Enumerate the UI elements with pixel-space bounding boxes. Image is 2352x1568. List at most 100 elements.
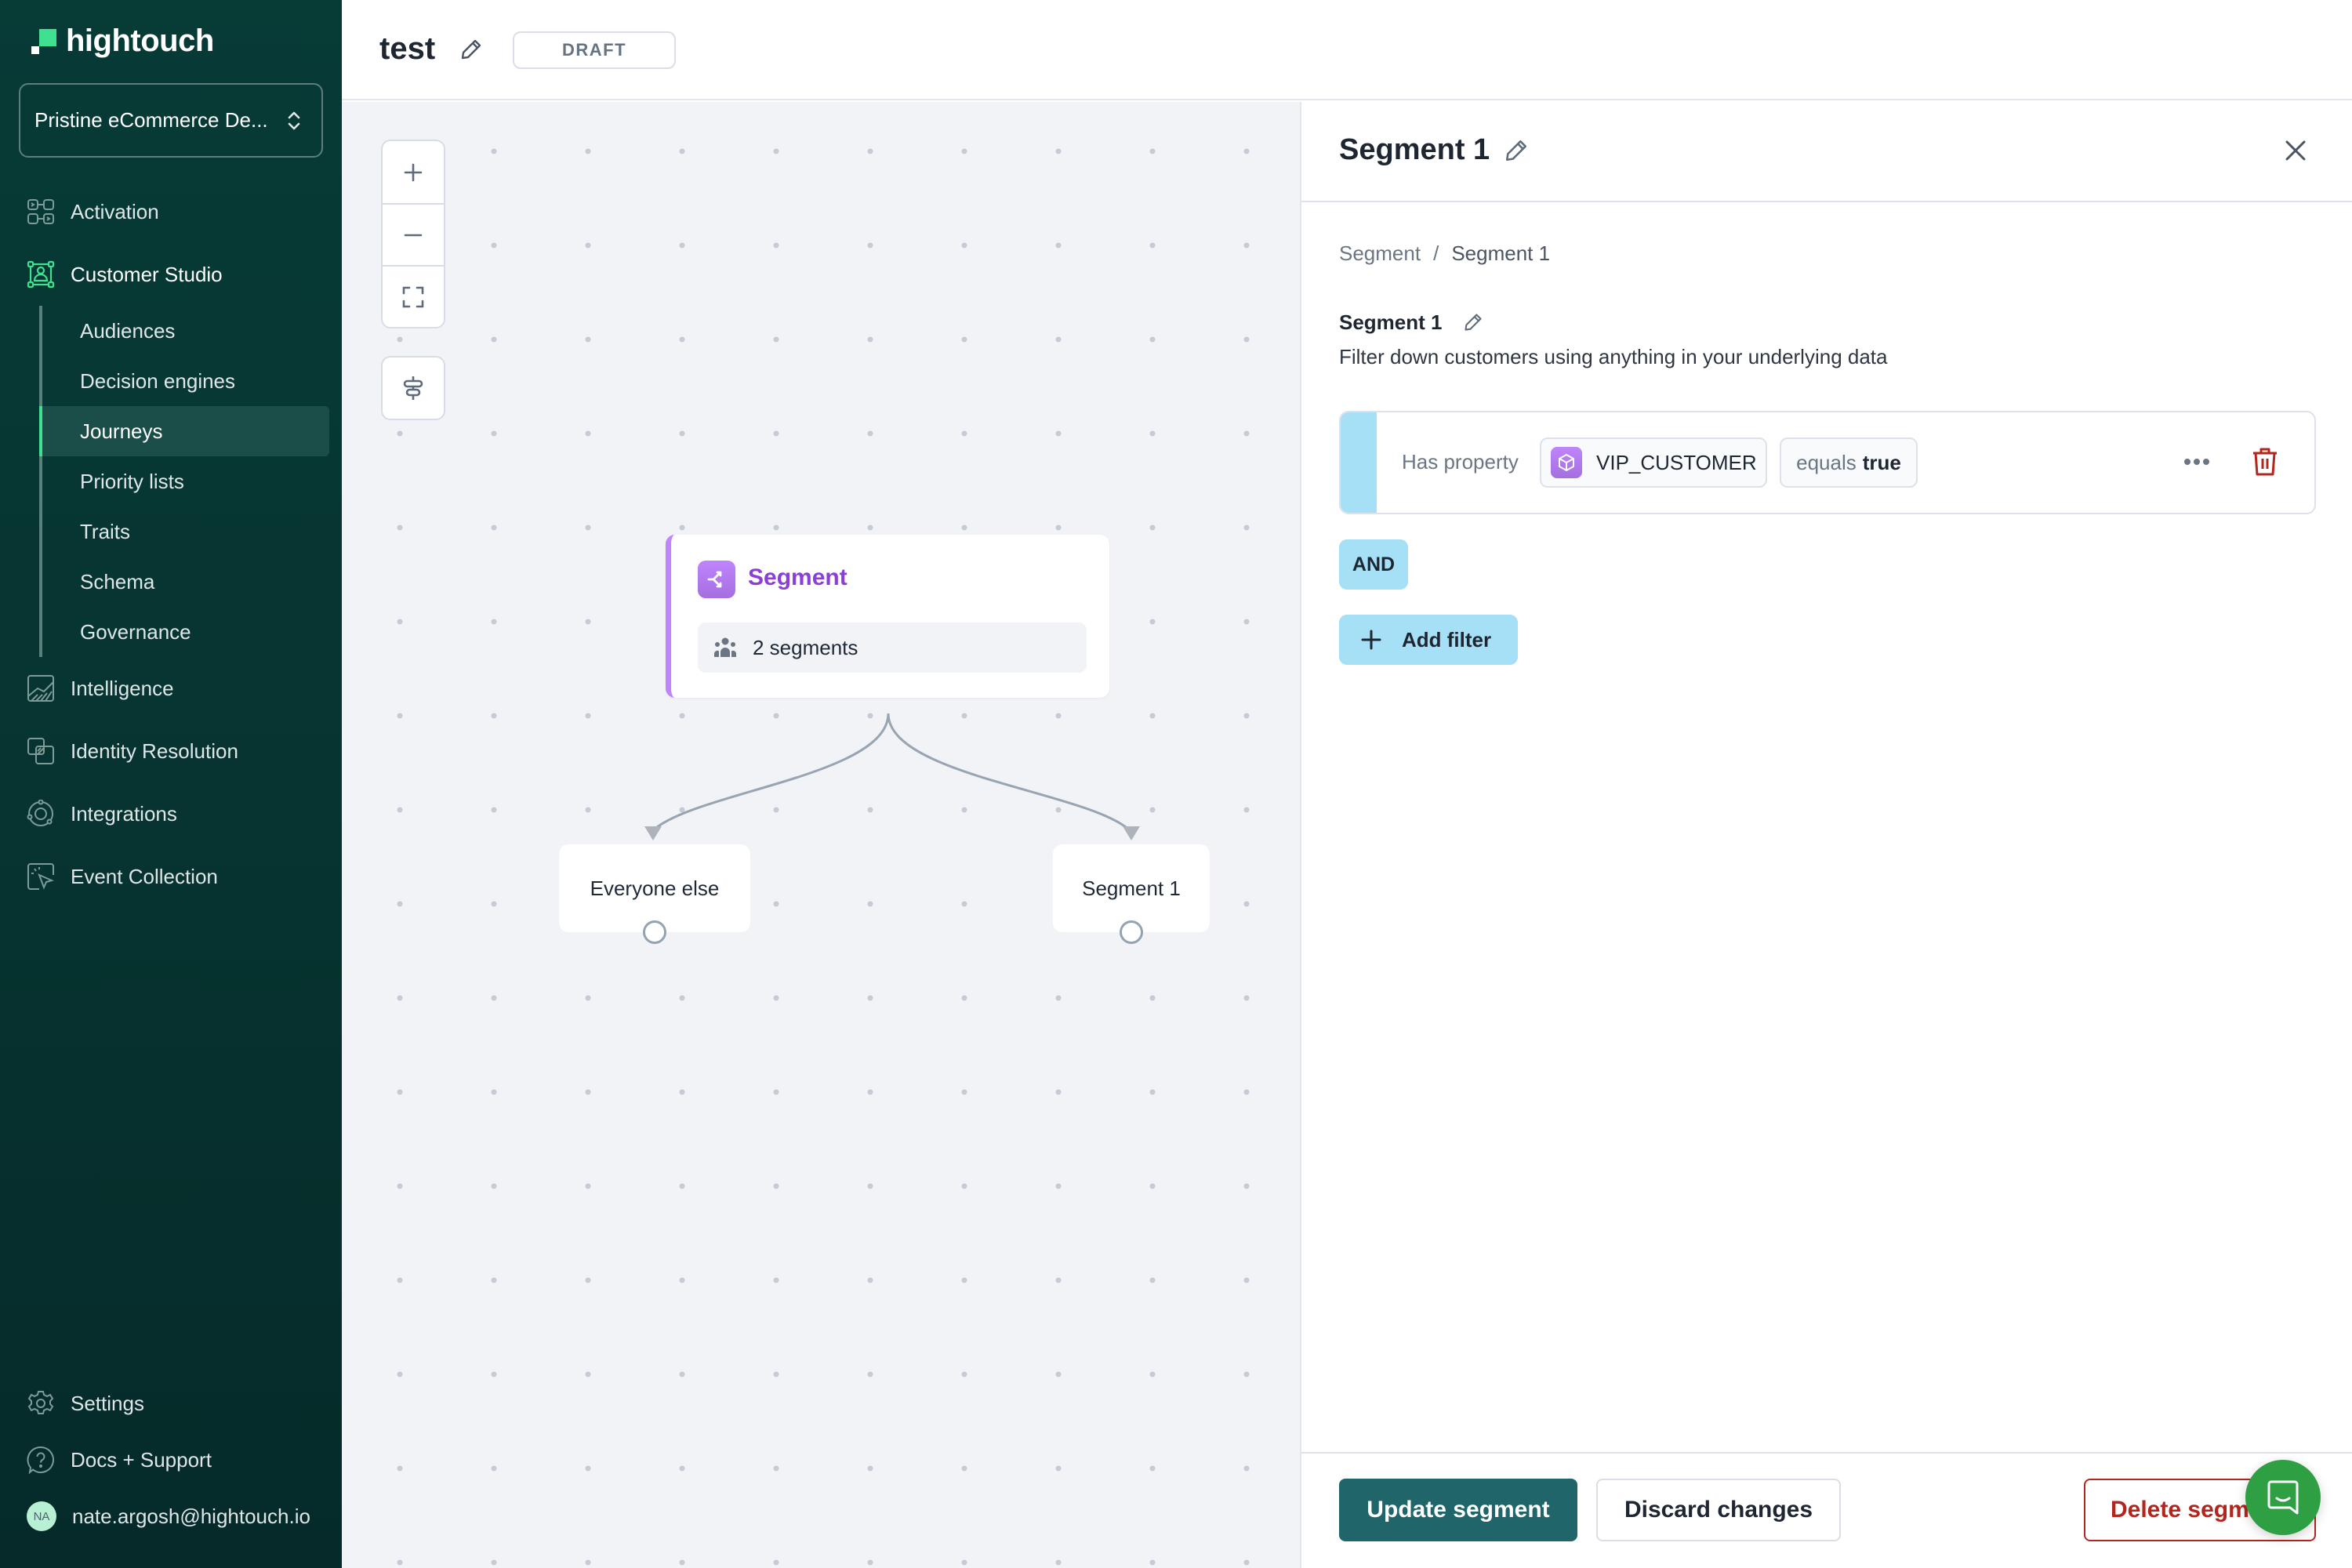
node-title: Segment [748, 564, 848, 590]
more-options-icon[interactable] [2181, 450, 2212, 474]
connection-port[interactable] [643, 920, 666, 944]
main-nav: Activation Customer Studio Audiences Dec… [0, 180, 342, 908]
add-filter-button[interactable]: Add filter [1339, 615, 1518, 665]
integrations-icon [27, 800, 53, 826]
workspace-selector[interactable]: Pristine eCommerce De... [19, 83, 323, 158]
sidebar-item-schema[interactable]: Schema [39, 557, 329, 607]
arrowhead-icon [1123, 826, 1140, 840]
segment-count: 2 segments [698, 622, 1087, 673]
pencil-icon[interactable] [1504, 138, 1529, 163]
and-conjunction-button[interactable]: AND [1339, 539, 1408, 590]
split-icon [698, 561, 735, 598]
nav-label: Intelligence [71, 676, 174, 700]
page-title: test [379, 31, 436, 66]
panel-header: Segment 1 [1301, 102, 2352, 202]
nav-item-settings[interactable]: Settings [0, 1375, 342, 1432]
gear-icon [27, 1391, 54, 1414]
close-icon[interactable] [2280, 135, 2311, 166]
branch-label: Everyone else [590, 876, 720, 900]
cube-icon [1551, 447, 1582, 478]
zoom-controls [381, 140, 445, 328]
plus-icon [1361, 630, 1381, 650]
breadcrumb-current: Segment 1 [1451, 241, 1551, 265]
branch-node-segment-1[interactable]: Segment 1 [1053, 844, 1210, 944]
sidebar-item-audiences[interactable]: Audiences [39, 306, 329, 356]
nav-item-integrations[interactable]: Integrations [0, 782, 342, 845]
pencil-icon[interactable] [1463, 312, 1483, 332]
segment-count-label: 2 segments [753, 635, 858, 659]
customer-studio-subnav: Audiences Decision engines Journeys Prio… [39, 306, 342, 657]
align-center-icon [403, 376, 423, 400]
fullscreen-icon [402, 286, 424, 307]
status-badge: DRAFT [513, 31, 676, 69]
panel-title: Segment 1 [1339, 133, 1490, 166]
nav-item-event-collection[interactable]: Event Collection [0, 845, 342, 908]
chat-icon [2267, 1480, 2299, 1515]
property-name: VIP_CUSTOMER [1596, 450, 1757, 474]
segment-node[interactable]: Segment 2 segments [666, 535, 1109, 698]
brand-name: hightouch [66, 24, 214, 58]
sidebar: hightouch Pristine eCommerce De... Activ… [0, 0, 342, 1568]
event-collection-icon [27, 863, 54, 890]
sidebar-footer: Settings Docs + Support NA nate.argosh@h… [0, 1375, 342, 1544]
intelligence-icon [27, 675, 54, 702]
pencil-icon[interactable] [459, 38, 483, 61]
hightouch-logo-icon [31, 28, 56, 54]
users-icon [713, 637, 737, 657]
nav-label: Activation [71, 199, 159, 223]
journey-canvas[interactable]: Segment 2 segments Everyone else Segment… [342, 102, 1300, 1568]
zoom-out-button[interactable] [383, 203, 444, 265]
segment-description: Filter down customers using anything in … [1339, 345, 1888, 368]
sidebar-item-journeys[interactable]: Journeys [39, 406, 329, 456]
filter-accent-bar [1341, 412, 1377, 513]
nav-item-customer-studio[interactable]: Customer Studio [0, 243, 342, 306]
operator-value: true [1862, 450, 1901, 474]
branch-label: Segment 1 [1082, 876, 1181, 900]
property-selector[interactable]: VIP_CUSTOMER [1540, 437, 1767, 488]
avatar: NA [27, 1501, 56, 1531]
sidebar-item-decision-engines[interactable]: Decision engines [39, 356, 329, 406]
update-segment-button[interactable]: Update segment [1339, 1479, 1577, 1541]
zoom-in-button[interactable] [383, 141, 444, 203]
discard-changes-button[interactable]: Discard changes [1596, 1479, 1841, 1541]
connection-port[interactable] [1120, 920, 1143, 944]
user-menu[interactable]: NA nate.argosh@hightouch.io [0, 1488, 342, 1544]
operator-label: equals [1796, 450, 1857, 474]
minus-icon [404, 234, 423, 236]
breadcrumb-separator: / [1433, 241, 1439, 265]
nav-item-docs-support[interactable]: Docs + Support [0, 1432, 342, 1488]
chevron-up-down-icon [288, 111, 300, 129]
filter-condition: Has property VIP_CUSTOMER equals true [1339, 411, 2316, 514]
segment-name: Segment 1 [1339, 310, 1443, 334]
logo[interactable]: hightouch [31, 24, 214, 59]
page-header: test DRAFT [342, 0, 2352, 100]
nav-item-intelligence[interactable]: Intelligence [0, 657, 342, 720]
chat-support-button[interactable] [2245, 1460, 2321, 1535]
activation-icon [27, 199, 54, 224]
branch-node-everyone-else[interactable]: Everyone else [559, 844, 750, 944]
edge-everyone-else [650, 713, 890, 834]
plus-icon [404, 163, 423, 181]
customer-studio-icon [27, 260, 55, 289]
filter-prefix: Has property [1402, 450, 1519, 474]
nav-item-activation[interactable]: Activation [0, 180, 342, 243]
nav-label: Event Collection [71, 864, 218, 888]
nav-label: Customer Studio [71, 262, 223, 286]
trash-icon[interactable] [2252, 447, 2278, 477]
breadcrumb: Segment / Segment 1 [1339, 241, 1550, 266]
journey-edges [644, 713, 1140, 840]
nav-label: Settings [71, 1391, 144, 1415]
sidebar-item-traits[interactable]: Traits [39, 506, 329, 557]
arrowhead-icon [644, 826, 662, 840]
nav-label: Identity Resolution [71, 739, 238, 763]
sidebar-item-priority-lists[interactable]: Priority lists [39, 456, 329, 506]
auto-layout-button[interactable] [381, 356, 445, 420]
fit-view-button[interactable] [383, 265, 444, 327]
breadcrumb-segment[interactable]: Segment [1339, 241, 1421, 266]
identity-resolution-icon [27, 738, 54, 764]
operator-selector[interactable]: equals true [1780, 437, 1918, 488]
sidebar-item-governance[interactable]: Governance [39, 607, 329, 657]
nav-label: Integrations [71, 801, 177, 826]
nav-item-identity-resolution[interactable]: Identity Resolution [0, 720, 342, 782]
workspace-name: Pristine eCommerce De... [34, 108, 268, 132]
